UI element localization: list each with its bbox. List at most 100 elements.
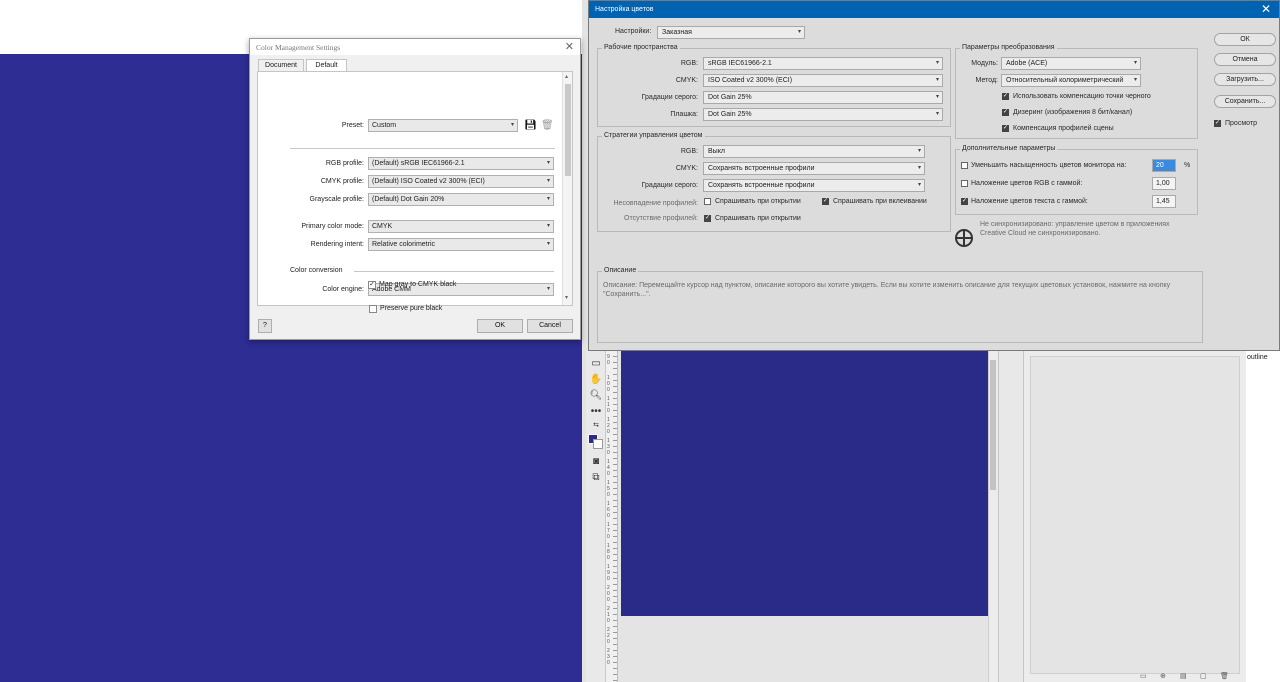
chevron-down-icon: ▾ [546,160,550,166]
chevron-down-icon: ▾ [917,165,921,171]
settings-label: Настройки: [615,28,652,35]
dialog-titlebar[interactable]: Настройка цветов ✕ [589,1,1279,18]
ok-button[interactable]: ОК [1214,33,1276,46]
tab-document[interactable]: Document [258,59,304,71]
policy-cmyk-label: CMYK: [675,165,698,172]
swap-colors-icon[interactable]: ⇆ [589,420,603,432]
ruler-tick-label: 2 1 0 [607,606,610,624]
mismatch-label: Несовпадение профилей: [613,200,699,207]
policy-gray-select[interactable]: Сохранять встроенные профили ▾ [703,179,925,192]
dialog-titlebar[interactable]: Color Management Settings ✕ [250,39,580,55]
description-title: Описание [602,267,639,274]
ok-button[interactable]: OK [477,319,523,333]
panel-footer-icon[interactable]: ▭ [1140,672,1147,680]
cmyk-profile-select[interactable]: (Default) ISO Coated v2 300% (ECI) ▾ [368,175,554,188]
ws-cmyk-value: ISO Coated v2 300% (ECI) [708,77,793,84]
canvas-scrollbar-thumb[interactable] [990,360,996,490]
help-button[interactable]: ? [258,319,272,333]
ws-rgb-label: RGB: [680,60,698,67]
preset-select[interactable]: Custom ▾ [368,119,518,132]
policy-gray-value: Сохранять встроенные профили [708,182,815,189]
chevron-down-icon: ▾ [1133,77,1137,83]
desaturate-input[interactable]: 20 [1152,159,1176,172]
blend-text-checkbox[interactable]: ✓ [961,198,968,205]
panel-footer-icon[interactable]: ▤ [1180,672,1187,680]
settings-scrollbar-thumb[interactable] [565,84,571,176]
quick-mask-icon[interactable]: ◙ [589,456,603,468]
rectangle-tool-icon[interactable]: ▭ [589,358,603,370]
outline-label: outline [1247,354,1268,361]
zoom-tool-icon[interactable]: 🔍︎ [589,390,603,402]
ask-paste-checkbox[interactable]: ✓ [822,198,829,205]
delete-preset-icon[interactable]: 🗑︎ [541,120,554,131]
save-preset-icon[interactable]: 💾︎ [524,120,537,131]
ruler-tick-label: 1 7 0 [607,522,610,540]
ws-cmyk-select[interactable]: ISO Coated v2 300% (ECI) ▾ [703,74,943,87]
ask-open-checkbox[interactable] [704,198,711,205]
document-canvas[interactable] [621,350,988,616]
ws-spot-label: Плашка: [670,111,698,118]
blend-text-input[interactable]: 1,45 [1152,195,1176,208]
scroll-up-icon[interactable]: ▴ [565,73,568,80]
ws-spot-select[interactable]: Dot Gain 25% ▾ [703,108,943,121]
chevron-down-icon: ▾ [546,196,550,202]
engine-select[interactable]: Adobe (ACE) ▾ [1001,57,1141,70]
color-engine-label: Color engine: [322,286,364,293]
scene-checkbox[interactable]: ✓ [1002,125,1009,132]
cancel-button[interactable]: Cancel [527,319,573,333]
blend-rgb-input[interactable]: 1,00 [1152,177,1176,190]
map-gray-label: Map gray to CMYK black [379,281,457,288]
cmyk-profile-label: CMYK profile: [320,178,364,185]
policy-rgb-select[interactable]: Выкл ▾ [703,145,925,158]
panel-footer-icon[interactable]: ⊕ [1160,672,1166,680]
conversion-group: Параметры преобразования Модуль: Adobe (… [955,44,1198,139]
rgb-profile-select[interactable]: (Default) sRGB IEC61966-2.1 ▾ [368,157,554,170]
grayscale-profile-select[interactable]: (Default) Dot Gain 20% ▾ [368,193,554,206]
settings-select[interactable]: Заказная ▾ [657,26,805,39]
sync-status-icon [955,229,973,247]
ruler-tick-label: 1 3 0 [607,438,610,456]
bpc-checkbox[interactable]: ✓ [1002,93,1009,100]
rendering-intent-select[interactable]: Relative colorimetric ▾ [368,238,554,251]
save-button[interactable]: Сохранить... [1214,95,1276,108]
blend-text-label: Наложение цветов текста с гаммой: [971,198,1088,205]
preview-checkbox[interactable]: ✓ [1214,120,1221,127]
ws-rgb-select[interactable]: sRGB IEC61966-2.1 ▾ [703,57,943,70]
map-gray-checkbox[interactable]: ✓ [368,281,376,289]
blend-rgb-checkbox[interactable] [961,180,968,187]
cancel-button[interactable]: Отмена [1214,53,1276,66]
color-conversion-heading: Color conversion [290,267,343,274]
more-tools-icon[interactable]: ••• [589,406,603,418]
ask-open-missing-checkbox[interactable]: ✓ [704,215,711,222]
ruler-tick-label: 1 8 0 [607,543,610,561]
preset-value: Custom [372,122,397,129]
rendering-intent-label: Rendering intent: [310,241,364,248]
desaturate-label: Уменьшить насыщенность цветов монитора н… [971,162,1127,169]
working-spaces-group: Рабочие пространства RGB: sRGB IEC61966-… [597,44,951,127]
desaturate-checkbox[interactable] [961,162,968,169]
close-icon[interactable]: ✕ [565,40,574,53]
scroll-down-icon[interactable]: ▾ [565,294,568,301]
description-text: Описание: Перемещайте курсор над пунктом… [603,282,1171,298]
hand-tool-icon[interactable]: ✋ [589,374,603,386]
ws-gray-select[interactable]: Dot Gain 25% ▾ [703,91,943,104]
panel-footer-icon[interactable]: 🗑︎ [1220,672,1229,680]
conversion-title: Параметры преобразования [960,44,1057,51]
primary-color-mode-select[interactable]: CMYK ▾ [368,220,554,233]
engine-label: Модуль: [971,60,998,67]
policy-cmyk-select[interactable]: Сохранять встроенные профили ▾ [703,162,925,175]
dither-checkbox[interactable]: ✓ [1002,109,1009,116]
screen-mode-icon[interactable]: ⧉ [589,472,603,484]
panel-footer-icon[interactable]: ▢ [1200,672,1207,680]
preserve-pure-black-checkbox[interactable] [369,305,377,313]
settings-scrollbar[interactable]: ▴ ▾ [562,72,572,305]
grayscale-profile-value: (Default) Dot Gain 20% [372,196,445,203]
intent-select[interactable]: Относительный колориметрический ▾ [1001,74,1141,87]
load-button[interactable]: Загрузить... [1214,73,1276,86]
close-icon[interactable]: ✕ [1261,2,1271,16]
ruler-tick-label: 9 0 [607,354,610,366]
background-color-swatch[interactable] [593,439,603,449]
chevron-down-icon: ▾ [546,286,550,292]
chevron-down-icon: ▾ [935,60,939,66]
preset-label: Preset: [341,122,364,129]
